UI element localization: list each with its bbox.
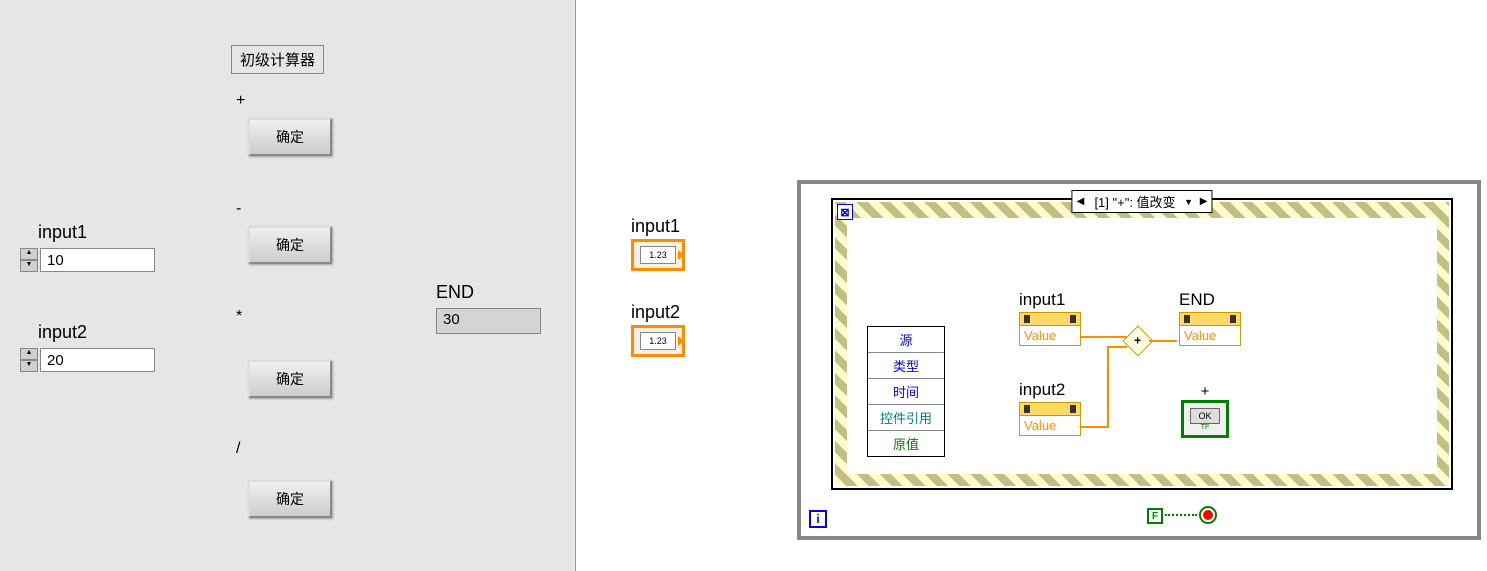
stop-terminal[interactable] (1199, 506, 1217, 524)
input2-label: input2 (38, 322, 87, 343)
input2-field[interactable] (40, 348, 155, 372)
wire (1149, 340, 1177, 342)
input1-decrement-button[interactable]: ▼ (20, 260, 38, 272)
wire (1081, 336, 1111, 338)
while-loop[interactable]: ⊠ ◀ [1] "+": 值改变 ▼ ▶ 源 类型 时间 控件引用 原值 (797, 180, 1481, 540)
multiply-confirm-button[interactable]: 确定 (248, 360, 332, 398)
bool-wire (1165, 514, 1197, 516)
unbundle-time[interactable]: 时间 (868, 379, 944, 405)
input2-property-node[interactable]: input2 Value (1019, 402, 1081, 436)
prop-header-icon (1019, 312, 1081, 326)
input1-terminal: input1 1.23 (631, 216, 685, 271)
input2-terminal-label: input2 (631, 302, 680, 323)
wire (1111, 336, 1127, 338)
input2-dbl-icon[interactable]: 1.23 (631, 325, 685, 357)
plus-icon: + (1134, 334, 1141, 348)
input2-terminal: input2 1.23 (631, 302, 685, 357)
plus-bool-label: + (1201, 383, 1210, 400)
input1-label: input1 (38, 222, 87, 243)
input2-value-prop[interactable]: Value (1019, 416, 1081, 436)
arrow-right-icon (678, 250, 684, 260)
input1-increment-button[interactable]: ▲ (20, 248, 38, 260)
end-property-node[interactable]: END Value (1179, 312, 1241, 346)
input2-prop-label: input2 (1019, 380, 1065, 400)
input1-prop-label: input1 (1019, 290, 1065, 310)
prev-case-button[interactable]: ◀ (1072, 192, 1088, 212)
unbundle-ctlref[interactable]: 控件引用 (868, 405, 944, 431)
wire (1107, 346, 1109, 428)
stop-icon (1203, 510, 1213, 520)
input1-value-prop[interactable]: Value (1019, 326, 1081, 346)
ok-button-icon: OK (1190, 408, 1220, 424)
multiply-operator-label: * (236, 308, 242, 326)
case-dropdown-button[interactable]: ▼ (1182, 192, 1196, 212)
input2-spinner: ▲ ▼ (20, 348, 38, 372)
input1-terminal-label: input1 (631, 216, 680, 237)
input1-control: ▲ ▼ (20, 248, 155, 272)
input1-property-node[interactable]: input1 Value (1019, 312, 1081, 346)
arrow-right-icon (678, 336, 684, 346)
plus-confirm-button[interactable]: 确定 (248, 118, 332, 156)
input1-dbl-icon[interactable]: 1.23 (631, 239, 685, 271)
minus-confirm-button[interactable]: 确定 (248, 226, 332, 264)
prop-header-icon (1179, 312, 1241, 326)
wire (1107, 346, 1127, 348)
input2-decrement-button[interactable]: ▼ (20, 360, 38, 372)
input1-field[interactable] (40, 248, 155, 272)
plus-operator-label: + (236, 92, 245, 110)
calculator-title: 初级计算器 (231, 45, 324, 74)
minus-operator-label: - (236, 200, 241, 218)
unbundle-type[interactable]: 类型 (868, 353, 944, 379)
iteration-terminal[interactable]: i (809, 510, 827, 528)
event-case-selector: ◀ [1] "+": 值改变 ▼ ▶ (1071, 190, 1212, 213)
false-constant[interactable]: F (1147, 508, 1163, 524)
input2-control: ▲ ▼ (20, 348, 155, 372)
dynamic-event-icon[interactable]: ⊠ (837, 204, 853, 220)
next-case-button[interactable]: ▶ (1196, 192, 1212, 212)
tf-label: TF (1201, 424, 1210, 431)
end-display: 30 (436, 308, 541, 334)
end-label: END (436, 282, 474, 303)
event-structure[interactable]: ⊠ ◀ [1] "+": 值改变 ▼ ▶ 源 类型 时间 控件引用 原值 (831, 198, 1453, 490)
front-panel: 初级计算器 + 确定 - 确定 * 确定 / 确定 input1 ▲ ▼ inp… (0, 0, 576, 571)
end-value-prop[interactable]: Value (1179, 326, 1241, 346)
input2-increment-button[interactable]: ▲ (20, 348, 38, 360)
end-prop-label: END (1179, 290, 1215, 310)
event-data-unbundle[interactable]: 源 类型 时间 控件引用 原值 (867, 326, 945, 457)
unbundle-oldval[interactable]: 原值 (868, 431, 944, 456)
case-label[interactable]: [1] "+": 值改变 (1088, 191, 1181, 212)
block-diagram: input1 1.23 input2 1.23 ⊠ ◀ [1] "+": 值改变… (577, 0, 1487, 571)
prop-header-icon (1019, 402, 1081, 416)
divide-operator-label: / (236, 440, 240, 458)
event-inner-area: 源 类型 时间 控件引用 原值 input1 Value input2 (847, 218, 1437, 474)
unbundle-source[interactable]: 源 (868, 327, 944, 353)
plus-bool-terminal[interactable]: + OK TF (1181, 400, 1229, 438)
divide-confirm-button[interactable]: 确定 (248, 480, 332, 518)
wire (1081, 426, 1107, 428)
input1-spinner: ▲ ▼ (20, 248, 38, 272)
